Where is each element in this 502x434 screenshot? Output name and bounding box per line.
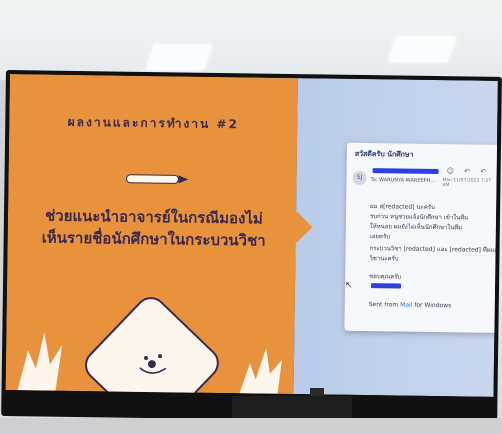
redaction (372, 168, 439, 175)
slide-heading: ผลงานและการทำงาน #2 (67, 114, 239, 132)
ceiling-light (145, 44, 213, 70)
sent-from-suffix: for Windows (412, 301, 452, 310)
email-card: สวัสดีครับ นักศึกษา ☺ ↶ ↶ ··· SJ To: WAR… (344, 142, 498, 333)
sent-from-prefix: Sent from (368, 301, 401, 309)
tv-screen: ผลงานและการทำงาน #2 ช่วยแนะนำอาจารย์ในกร… (5, 74, 498, 397)
email-title: สวัสดีครับ นักศึกษา (354, 149, 414, 159)
mouse-cursor-icon: ↖ (344, 280, 353, 291)
email-footer: Sent from Mail for Windows (369, 301, 452, 309)
email-body-line: วิชานะครับ (369, 255, 399, 263)
email-sign-off: ขอบคุณครับ (369, 273, 402, 281)
mail-link[interactable]: Mail (400, 302, 412, 309)
email-date: Mon 11/07/2022 7:37 AM (442, 178, 491, 189)
desk (0, 418, 502, 434)
redaction (370, 283, 402, 289)
tv: ผลงานและการทำงาน #2 ช่วยแนะนำอาจารย์ในกร… (1, 70, 502, 423)
slide-main-text: ช่วยแนะนำอาจารย์ในกรณีมองไม่เห็นรายชื่อน… (41, 206, 266, 250)
ceiling-light (387, 36, 457, 62)
pen-icon (125, 174, 189, 184)
email-body-line: เลยครับ (369, 233, 391, 241)
leaf-left (17, 332, 63, 391)
avatar: SJ (352, 170, 367, 186)
ceiling (0, 0, 502, 80)
leaf-right (239, 347, 282, 394)
mascot-face (139, 354, 167, 374)
email-recipient: To: WARUNYA WAREEPH... (370, 177, 436, 185)
